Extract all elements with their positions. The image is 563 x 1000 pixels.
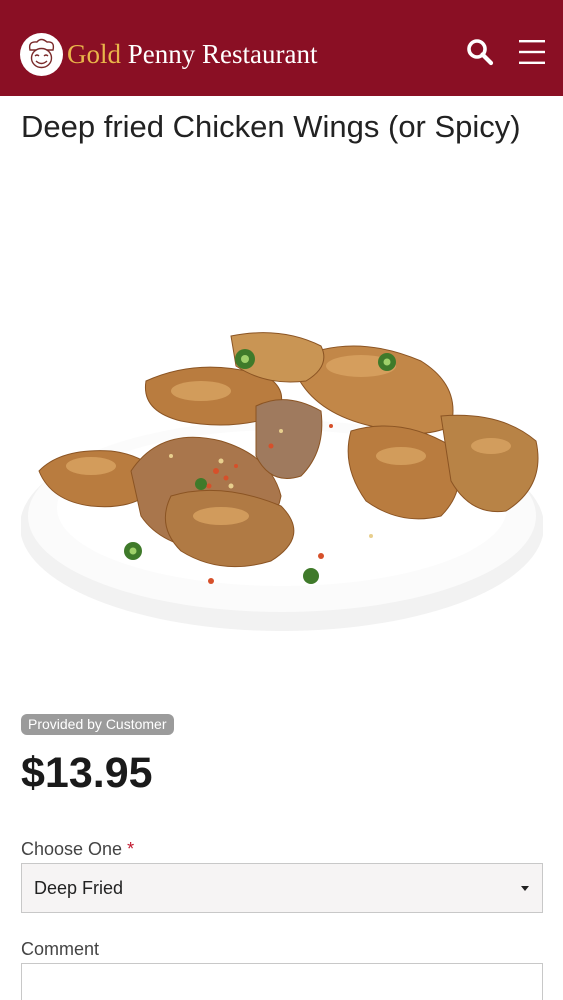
- choose-one-label: Choose One *: [21, 838, 134, 860]
- restaurant-brand-name[interactable]: Gold Penny Restaurant: [67, 37, 317, 71]
- brand-name-gold: Gold: [67, 39, 121, 69]
- search-icon: [467, 39, 494, 66]
- search-button[interactable]: [464, 36, 496, 68]
- choose-one-select[interactable]: Deep Fried: [21, 863, 543, 913]
- top-header: Gold Penny Restaurant: [0, 0, 563, 96]
- chef-face-logo-icon[interactable]: [20, 33, 63, 76]
- comment-input[interactable]: [21, 963, 543, 1000]
- hamburger-menu-icon: [519, 40, 545, 64]
- brand-name-rest: Penny Restaurant: [121, 39, 318, 69]
- item-price: $13.95: [21, 749, 153, 797]
- photo-source-badge: Provided by Customer: [21, 714, 174, 735]
- caret-down-icon: [521, 886, 529, 891]
- choose-one-label-text: Choose One: [21, 839, 123, 859]
- choose-one-selected-value: Deep Fried: [34, 878, 124, 898]
- comment-label: Comment: [21, 939, 100, 959]
- item-title: Deep fried Chicken Wings (or Spicy): [21, 109, 521, 144]
- item-photo[interactable]: [21, 216, 543, 738]
- required-asterisk: *: [127, 839, 135, 859]
- hamburger-menu-button[interactable]: [516, 36, 548, 68]
